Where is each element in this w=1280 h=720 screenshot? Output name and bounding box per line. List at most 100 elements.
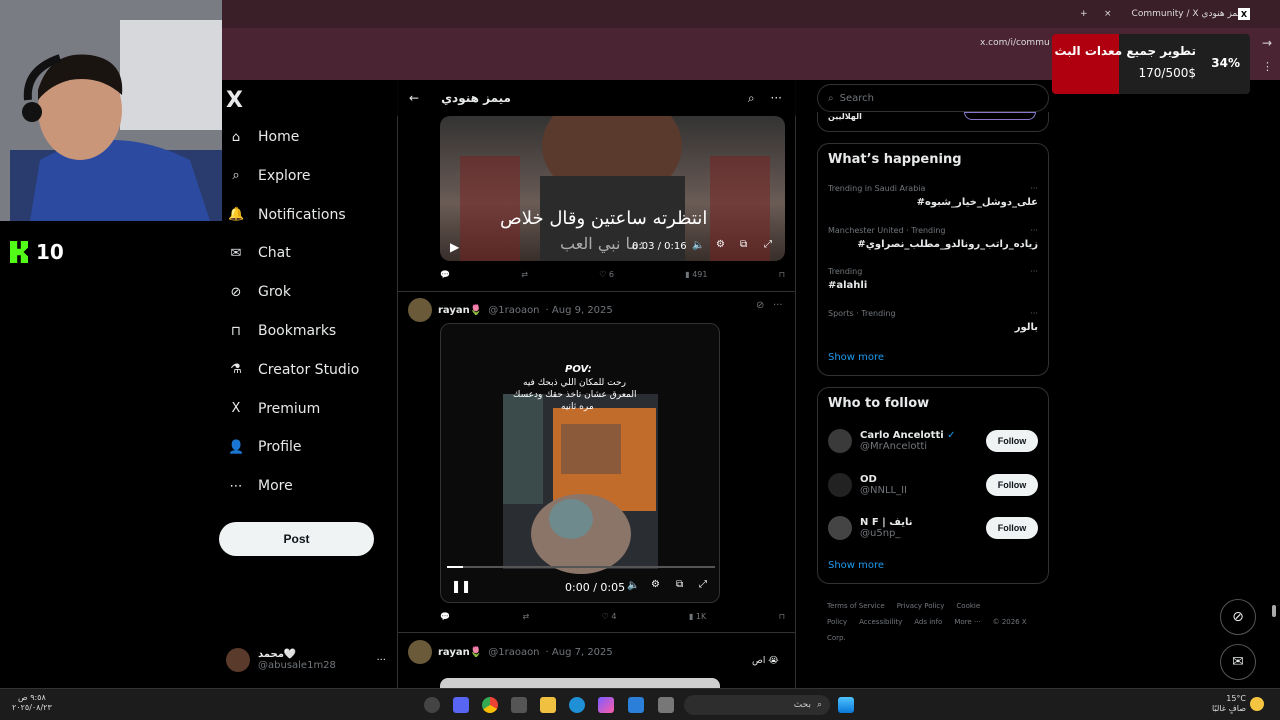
like-button[interactable]: ♡ 4 xyxy=(602,612,617,621)
sidebar-item-premium[interactable]: X Premium xyxy=(228,401,321,417)
messages-fab[interactable]: ✉ xyxy=(1220,644,1256,680)
trend-tag: #علی_دوشل_خیار_شبوه xyxy=(916,197,1038,208)
browser-tab-active[interactable]: × Community / X ميمز هنودي xyxy=(1104,4,1254,24)
reply-icon[interactable]: 💬 xyxy=(440,612,450,621)
pip-icon[interactable]: ⧉ xyxy=(740,239,747,250)
author-name[interactable]: rayan🌷 xyxy=(438,647,482,658)
sidebar-item-grok[interactable]: ⊘ Grok xyxy=(228,284,291,300)
footer-link[interactable]: Ads info xyxy=(914,618,942,626)
tweet-date[interactable]: · Aug 9, 2025 xyxy=(546,305,613,316)
folder-icon[interactable] xyxy=(540,697,556,713)
settings-icon[interactable]: ⚙ xyxy=(716,239,725,250)
video-progress-track[interactable] xyxy=(447,566,715,568)
sidebar-item-bookmarks[interactable]: ⊓ Bookmarks xyxy=(228,323,336,339)
account-switcher[interactable]: محمد🤍 @abusale1m28 ··· xyxy=(226,644,386,676)
pause-icon[interactable]: ❚❚ xyxy=(451,579,471,593)
join-button[interactable] xyxy=(964,112,1036,120)
play-icon[interactable]: ▶ xyxy=(450,240,459,254)
follow-button[interactable]: Follow xyxy=(986,473,1038,496)
mail-app-icon[interactable] xyxy=(628,697,644,713)
url-field[interactable]: x.com/i/commu xyxy=(980,38,1050,48)
forward-icon[interactable]: → xyxy=(1262,36,1272,50)
reply-icon[interactable]: 💬 xyxy=(440,270,450,279)
avatar[interactable] xyxy=(408,298,432,322)
grok-fab[interactable]: ⊘ xyxy=(1220,599,1256,635)
avatar[interactable] xyxy=(828,429,852,453)
scrollbar-thumb[interactable] xyxy=(1272,605,1276,617)
volume-icon[interactable]: 🔈 xyxy=(692,240,704,251)
avatar[interactable] xyxy=(408,640,432,664)
bookmark-icon[interactable]: ⊓ xyxy=(779,612,785,621)
sidebar-item-explore[interactable]: ⌕ Explore xyxy=(228,168,310,184)
footer-link[interactable]: Terms of Service xyxy=(827,602,885,610)
sidebar-item-home[interactable]: ⌂ Home xyxy=(228,129,299,145)
trend-item[interactable]: Manchester United · Trending #زیاده_راتب_… xyxy=(828,226,1038,250)
author-handle[interactable]: @1raoaon xyxy=(488,647,539,658)
more-icon[interactable]: ··· xyxy=(1030,309,1038,318)
volume-icon[interactable]: 🔈 xyxy=(627,580,639,591)
sidebar-item-creator-studio[interactable]: ⚗ Creator Studio xyxy=(228,362,359,378)
tweet-date[interactable]: · Aug 7, 2025 xyxy=(546,647,613,658)
suggestion-name[interactable]: OD xyxy=(860,474,907,485)
retweet-icon[interactable]: ⇄ xyxy=(522,612,529,621)
views-button[interactable]: ▮ 491 xyxy=(685,270,707,279)
follow-button[interactable]: Follow xyxy=(986,517,1038,539)
pip-icon[interactable]: ⧉ xyxy=(676,579,683,590)
discord-icon[interactable] xyxy=(453,697,469,713)
windows-start-icon[interactable] xyxy=(838,697,854,713)
x-logo[interactable]: X xyxy=(226,88,243,113)
more-icon[interactable]: ··· xyxy=(1030,267,1038,276)
author-name[interactable]: rayan🌷 xyxy=(438,305,482,316)
trend-item[interactable]: Trending #alahli ··· xyxy=(828,267,1038,291)
more-icon[interactable]: ··· xyxy=(376,655,386,666)
follow-button[interactable]: Follow xyxy=(986,430,1038,452)
retweet-icon[interactable]: ⇄ xyxy=(521,270,528,279)
weather-icon[interactable] xyxy=(1250,697,1264,711)
app-icon[interactable] xyxy=(424,697,440,713)
grok-icon[interactable]: ⊘ xyxy=(756,300,764,311)
fullscreen-icon[interactable]: ⤢ xyxy=(764,239,772,250)
app-icon[interactable] xyxy=(658,697,674,713)
page-title: ميمز هنودي xyxy=(441,91,511,105)
copilot-icon[interactable] xyxy=(598,697,614,713)
footer-link[interactable]: More ··· xyxy=(954,618,980,626)
taskbar-search[interactable]: بحث ⌕ xyxy=(684,695,830,715)
avatar[interactable] xyxy=(828,472,852,497)
store-icon[interactable] xyxy=(511,697,527,713)
more-icon[interactable]: ··· xyxy=(1030,226,1038,235)
suggestion-name[interactable]: Carlo Ancelotti ✓ xyxy=(860,430,956,441)
video-player[interactable]: POV: رحت للمكان اللي ذبحك فيه المعرق عشا… xyxy=(440,323,720,603)
settings-icon[interactable]: ⚙ xyxy=(651,579,660,590)
search-input[interactable]: ⌕ Search xyxy=(817,84,1049,112)
bookmark-icon[interactable]: ⊓ xyxy=(779,270,785,279)
like-button[interactable]: ♡ 6 xyxy=(599,270,614,279)
fullscreen-icon[interactable]: ⤢ xyxy=(699,579,707,590)
suggestion-name[interactable]: N F | نايف xyxy=(860,517,912,528)
more-icon[interactable]: ··· xyxy=(771,91,782,105)
more-icon[interactable]: ··· xyxy=(1030,184,1038,193)
avatar[interactable] xyxy=(828,516,852,540)
views-button[interactable]: ▮ 1K xyxy=(689,612,706,621)
extensions-icon[interactable]: ⋮ xyxy=(1262,60,1273,73)
trend-item[interactable]: Trending in Saudi Arabia #علی_دوشل_خیار_ش… xyxy=(828,184,1038,208)
search-icon[interactable]: ⌕ xyxy=(748,91,755,106)
sidebar-item-profile[interactable]: 👤 Profile xyxy=(228,439,302,455)
more-icon[interactable]: ··· xyxy=(773,300,783,311)
sidebar-item-notifications[interactable]: 🔔 Notifications xyxy=(228,207,346,223)
edge-icon[interactable] xyxy=(569,697,585,713)
back-arrow-icon[interactable]: ← xyxy=(409,91,419,105)
footer-link[interactable]: Privacy Policy xyxy=(897,602,945,610)
author-handle[interactable]: @1raoaon xyxy=(488,305,539,316)
sidebar-item-chat[interactable]: ✉ Chat xyxy=(228,245,291,261)
new-tab-button[interactable]: + xyxy=(1080,4,1088,24)
close-tab-icon[interactable]: × xyxy=(1104,9,1112,19)
chrome-icon[interactable] xyxy=(482,697,498,713)
post-button[interactable]: Post xyxy=(219,522,374,556)
footer-link[interactable]: Accessibility xyxy=(859,618,902,626)
video-player[interactable]: انتظرته ساعتين وقال خلاص ما نبي العب: ▶ … xyxy=(440,116,785,261)
sidebar-item-more[interactable]: ⋯ More xyxy=(228,478,293,494)
trend-item[interactable]: Sports · Trending بالور ··· xyxy=(828,309,1038,333)
show-more-link[interactable]: Show more xyxy=(828,352,884,363)
tweet-media[interactable] xyxy=(440,678,720,688)
show-more-link[interactable]: Show more xyxy=(828,560,884,571)
